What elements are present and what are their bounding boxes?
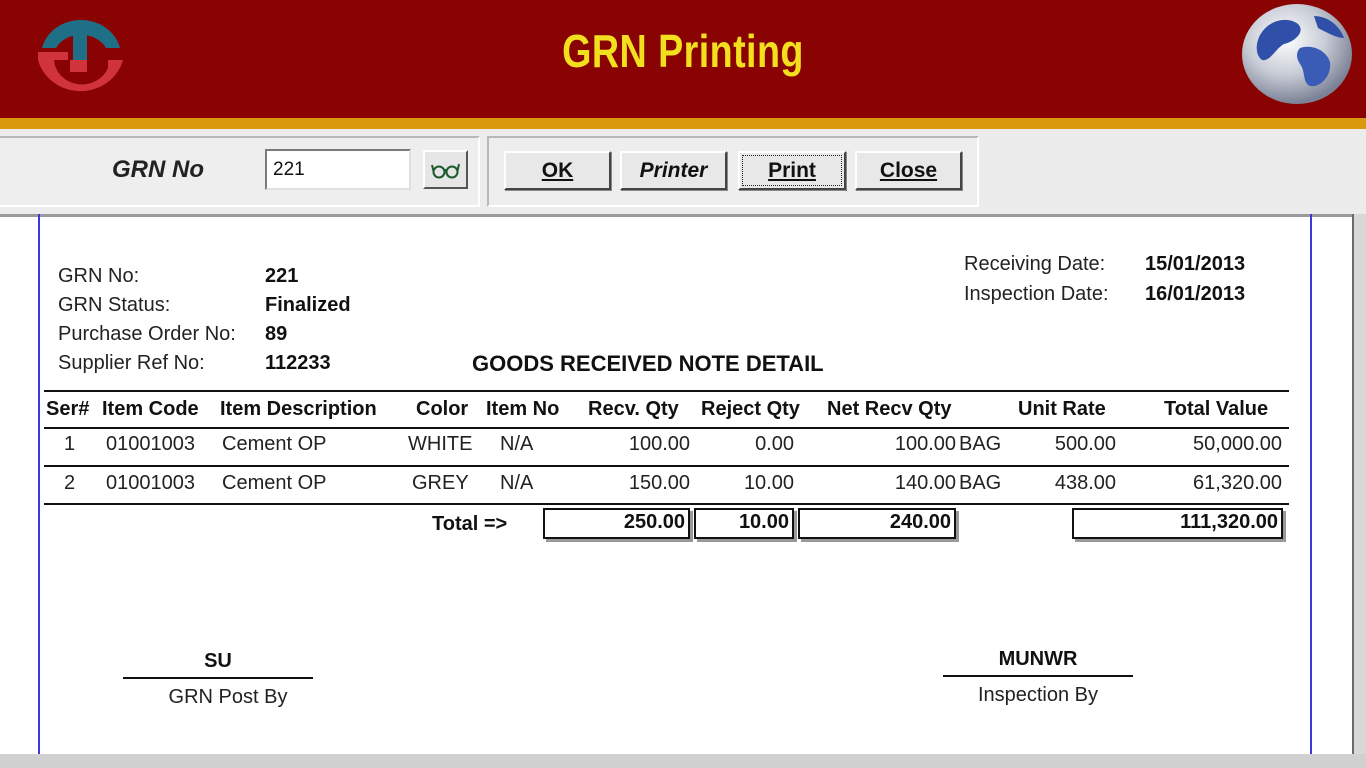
row-item-code: 01001003 [106, 433, 195, 455]
print-button-label: Print [768, 158, 816, 182]
row-reject-qty: 0.00 [755, 433, 794, 455]
receiving-date-label: Receiving Date: [964, 253, 1106, 275]
inspection-date-label: Inspection Date: [964, 283, 1109, 305]
col-reject-qty: Reject Qty [701, 398, 800, 420]
horizontal-scrollbar[interactable] [0, 754, 1366, 768]
grn-no-input[interactable] [265, 149, 411, 190]
row-recv-qty: 100.00 [628, 433, 690, 455]
signature-role-posted: GRN Post By [168, 686, 288, 708]
row-item-no: N/A [500, 472, 534, 494]
grn-status-value: Finalized [265, 294, 351, 316]
receiving-date-value: 15/01/2013 [1145, 253, 1246, 275]
col-item-no: Item No [486, 398, 560, 420]
po-no-label: Purchase Order No: [58, 323, 236, 345]
company-logo [38, 19, 123, 92]
row-ser: 1 [64, 433, 76, 455]
page-margin-right [1310, 214, 1312, 754]
col-net-recv-qty: Net Recv Qty [827, 398, 952, 420]
row-item-no: N/A [500, 433, 534, 455]
col-unit-rate: Unit Rate [1018, 398, 1106, 420]
grn-no-info-value: 221 [265, 265, 299, 287]
table-bottom-rule [44, 503, 1289, 505]
printer-button[interactable]: Printer [620, 151, 727, 190]
row-unit: BAG [959, 472, 1002, 494]
po-no-value: 89 [265, 323, 288, 345]
total-recv-qty: 250.00 [543, 508, 690, 539]
signature-name-posted: SU [204, 650, 232, 672]
row-item-code: 01001003 [106, 472, 195, 494]
signature-role-inspection: Inspection By [977, 684, 1099, 706]
row-color: GREY [412, 472, 469, 494]
col-ser: Ser# [46, 398, 90, 420]
total-reject-qty: 10.00 [694, 508, 794, 539]
close-button-label: Close [879, 158, 938, 182]
page-title: GRN Printing [562, 25, 804, 77]
total-net-recv-qty: 240.00 [798, 508, 956, 539]
row-color: WHITE [408, 433, 473, 455]
grn-status-label: GRN Status: [58, 294, 171, 316]
supplier-ref-label: Supplier Ref No: [58, 352, 205, 374]
grn-no-info-label: GRN No: [58, 265, 140, 287]
ok-button-label: OK [541, 158, 574, 182]
table-top-rule [44, 390, 1289, 392]
row-ser: 2 [64, 472, 76, 494]
row-item-description: Cement OP [222, 433, 327, 455]
row-total-value: 50,000.00 [1193, 433, 1282, 455]
row-rule [44, 465, 1289, 467]
grn-no-label: GRN No [112, 156, 204, 183]
col-color: Color [416, 398, 469, 420]
lookup-button[interactable] [423, 150, 468, 189]
inspection-date-value: 16/01/2013 [1145, 283, 1246, 305]
row-recv-qty: 150.00 [628, 472, 690, 494]
row-net-recv-qty: 100.00 [894, 433, 956, 455]
header-divider [0, 118, 1366, 129]
col-item-description: Item Description [220, 398, 377, 420]
col-total-value: Total Value [1164, 398, 1269, 420]
total-label: Total => [432, 513, 508, 535]
row-unit-rate: 438.00 [1054, 472, 1116, 494]
glasses-icon [430, 163, 460, 178]
row-total-value: 61,320.00 [1193, 472, 1282, 494]
col-item-code: Item Code [102, 398, 199, 420]
total-value: 111,320.00 [1072, 508, 1283, 539]
signature-line-posted [123, 677, 313, 679]
row-reject-qty: 10.00 [743, 472, 794, 494]
globe-icon [1242, 4, 1352, 104]
report-heading: GOODS RECEIVED NOTE DETAIL [472, 351, 824, 376]
page-margin-left [38, 214, 40, 754]
row-net-recv-qty: 140.00 [894, 472, 956, 494]
signature-name-inspection: MUNWR [998, 648, 1078, 670]
vertical-scrollbar[interactable] [1352, 214, 1366, 754]
col-recv-qty: Recv. Qty [588, 398, 679, 420]
row-unit-rate: 500.00 [1054, 433, 1116, 455]
row-unit: BAG [959, 433, 1002, 455]
printer-button-label: Printer [639, 158, 708, 182]
signature-line-inspection [943, 675, 1133, 677]
print-button[interactable]: Print [738, 151, 846, 190]
row-item-description: Cement OP [222, 472, 327, 494]
ok-button[interactable]: OK [504, 151, 611, 190]
table-header-rule [44, 427, 1289, 429]
close-button[interactable]: Close [855, 151, 962, 190]
supplier-ref-value: 112233 [265, 352, 331, 374]
